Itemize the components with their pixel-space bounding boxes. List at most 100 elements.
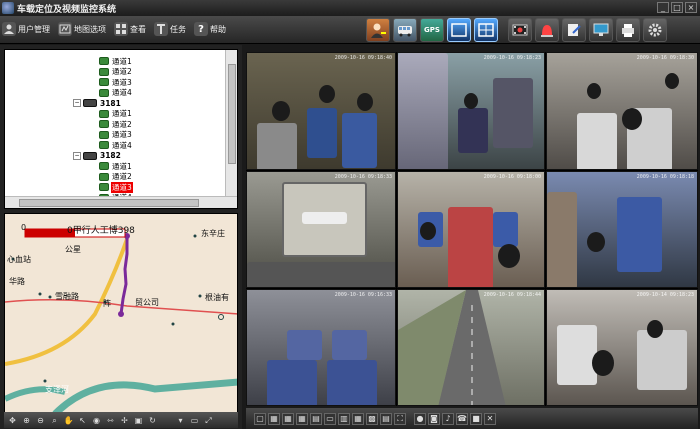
menu-map-options[interactable]: 地图选项 xyxy=(58,22,106,36)
film-icon[interactable] xyxy=(508,18,532,42)
gps-icon[interactable]: GPS xyxy=(420,18,444,42)
map-label: 华路 xyxy=(9,277,25,286)
layout-custom-icon[interactable]: ▤ xyxy=(310,412,322,425)
video-cell[interactable]: 2009-10-14 09:18:23 xyxy=(546,289,698,406)
print-map-icon[interactable]: ▭ xyxy=(189,415,200,426)
river xyxy=(52,378,237,412)
talk-icon[interactable]: ☎ xyxy=(456,412,468,425)
minimize-icon[interactable]: _ xyxy=(657,2,669,13)
layout-3x3-icon[interactable]: ▦ xyxy=(282,412,294,425)
monitor-icon[interactable] xyxy=(589,18,613,42)
menu-label: 帮助 xyxy=(210,24,226,34)
scroll-thumb[interactable] xyxy=(228,64,236,164)
poi-dot xyxy=(43,379,47,383)
layout-mosaic-icon[interactable]: ▩ xyxy=(366,412,378,425)
menu-user-management[interactable]: 用户管理 xyxy=(2,22,50,36)
tree-item-channel[interactable]: 通道2 xyxy=(5,172,227,183)
menu-help[interactable]: ? 帮助 xyxy=(194,22,226,36)
user-key-icon[interactable] xyxy=(366,18,390,42)
printer-icon[interactable] xyxy=(616,18,640,42)
zoom-in-icon[interactable]: ⊕ xyxy=(21,415,32,426)
gps-text: GPS xyxy=(424,26,440,34)
layout-2x2-icon[interactable]: ▦ xyxy=(268,412,280,425)
menu-label: 查看 xyxy=(130,24,146,34)
menu-tasks[interactable]: 任务 xyxy=(154,22,186,36)
eye-icon[interactable]: ◉ xyxy=(91,415,102,426)
video-cell[interactable]: 2009-10-16 09:18:40 xyxy=(246,52,396,170)
close-icon[interactable]: × xyxy=(685,2,697,13)
tree-item-channel[interactable]: 通道2 xyxy=(5,119,227,130)
video-timestamp: 2009-10-16 09:16:33 xyxy=(334,292,392,298)
alarm-light-icon[interactable] xyxy=(535,18,559,42)
map-label: 雪融路 xyxy=(55,292,79,301)
stop-icon[interactable]: ■ xyxy=(470,412,482,425)
layout-4x4-icon[interactable]: ▦ xyxy=(296,412,308,425)
fullscreen-icon[interactable]: ⛶ xyxy=(394,412,406,425)
hand-icon[interactable]: ✋ xyxy=(63,415,74,426)
export-icon[interactable]: ⤢ xyxy=(203,415,214,426)
layout-split-icon[interactable]: ▥ xyxy=(338,412,350,425)
tree-item-channel[interactable]: 通道3 xyxy=(5,130,227,141)
video-cell[interactable]: 2009-10-16 09:18:00 xyxy=(397,171,545,288)
video-cell[interactable]: 2009-10-16 09:18:23 xyxy=(397,52,545,170)
track-icon[interactable]: ✢ xyxy=(119,415,130,426)
dropdown-icon[interactable]: ▾ xyxy=(175,415,186,426)
layout-1x1-icon[interactable]: ▢ xyxy=(254,412,266,425)
zoom-region-icon[interactable]: ⌕ xyxy=(49,415,60,426)
scroll-thumb[interactable] xyxy=(19,199,199,207)
camera-icon xyxy=(99,183,109,192)
snapshot-icon[interactable]: ◙ xyxy=(428,412,440,425)
tree-item-channel[interactable]: 通道1 xyxy=(5,56,227,67)
tree-item-channel[interactable]: 通道1 xyxy=(5,161,227,172)
bus-icon[interactable] xyxy=(393,18,417,42)
camera-icon xyxy=(99,120,109,129)
tool-icon-strip: GPS xyxy=(366,18,667,42)
menu-view[interactable]: 查看 xyxy=(114,22,146,36)
menu-label: 用户管理 xyxy=(18,24,50,34)
tree-item-channel[interactable]: 通道1 xyxy=(5,109,227,120)
video-cell[interactable]: 2009-10-16 09:18:44 xyxy=(397,289,545,406)
video-cell[interactable]: 2009-10-16 09:18:33 xyxy=(246,171,396,288)
layout-list-icon[interactable]: ▤ xyxy=(380,412,392,425)
edit-icon[interactable] xyxy=(562,18,586,42)
tree-item-vehicle[interactable]: −3181 xyxy=(5,98,227,109)
layout-grid-icon[interactable]: ▦ xyxy=(352,412,364,425)
tree-item-vehicle[interactable]: −3182 xyxy=(5,151,227,162)
select-icon[interactable]: ↖ xyxy=(77,415,88,426)
video-timestamp: 2009-10-16 09:18:40 xyxy=(334,55,392,61)
maximize-icon[interactable]: □ xyxy=(671,2,683,13)
video-cell[interactable]: 2009-10-16 09:18:30 xyxy=(546,52,698,170)
record-icon[interactable]: ● xyxy=(414,412,426,425)
map-label: 贸公司 xyxy=(135,298,159,307)
tree-item-channel[interactable]: 通道4 xyxy=(5,88,227,99)
map-view[interactable]: 0 0甲行人工博398 东辛庄 公星 心血站 华路 雪融路 阵 贸公司 根油有 … xyxy=(4,213,238,413)
video-timestamp: 2009-10-14 09:18:23 xyxy=(636,292,694,298)
tree-vertical-scrollbar[interactable] xyxy=(225,50,237,196)
map-label: 根油有 xyxy=(205,293,229,302)
users-icon xyxy=(2,22,16,36)
zoom-out-icon[interactable]: ⊖ xyxy=(35,415,46,426)
poi-dot xyxy=(171,322,175,326)
audio-icon[interactable]: ♪ xyxy=(442,412,454,425)
video-timestamp: 2009-10-16 09:18:44 xyxy=(483,292,541,298)
tree-item-channel[interactable]: 通道2 xyxy=(5,67,227,78)
refresh-icon[interactable]: ↻ xyxy=(147,415,158,426)
tree-horizontal-scrollbar[interactable] xyxy=(5,196,237,208)
layers-icon[interactable]: ▣ xyxy=(133,415,144,426)
tree-item-channel-selected[interactable]: 通道3 xyxy=(5,181,227,193)
collapse-toggle-icon[interactable]: − xyxy=(73,99,81,108)
tree-item-channel[interactable]: 通道4 xyxy=(5,140,227,151)
pan-icon[interactable]: ✥ xyxy=(7,415,18,426)
video-cell[interactable]: 2009-10-16 09:16:33 xyxy=(246,289,396,406)
collapse-toggle-icon[interactable]: − xyxy=(73,151,81,160)
video-cell[interactable]: 2009-10-16 09:18:18 xyxy=(546,171,698,288)
layout-wide-icon[interactable]: ▭ xyxy=(324,412,336,425)
quad-view-icon[interactable] xyxy=(474,18,498,42)
close-all-icon[interactable]: ✕ xyxy=(484,412,496,425)
title-bar: 车载定位及视频监控系统 _ □ × xyxy=(0,0,700,16)
tree-item-channel[interactable]: 通道3 xyxy=(5,77,227,88)
left-pane: 通道1 通道2 通道3 通道4 −3181 通道1 通道2 通道3 通道4 −3… xyxy=(0,45,242,429)
single-view-icon[interactable] xyxy=(447,18,471,42)
settings-gear-icon[interactable] xyxy=(643,18,667,42)
measure-icon[interactable]: ⇿ xyxy=(105,415,116,426)
